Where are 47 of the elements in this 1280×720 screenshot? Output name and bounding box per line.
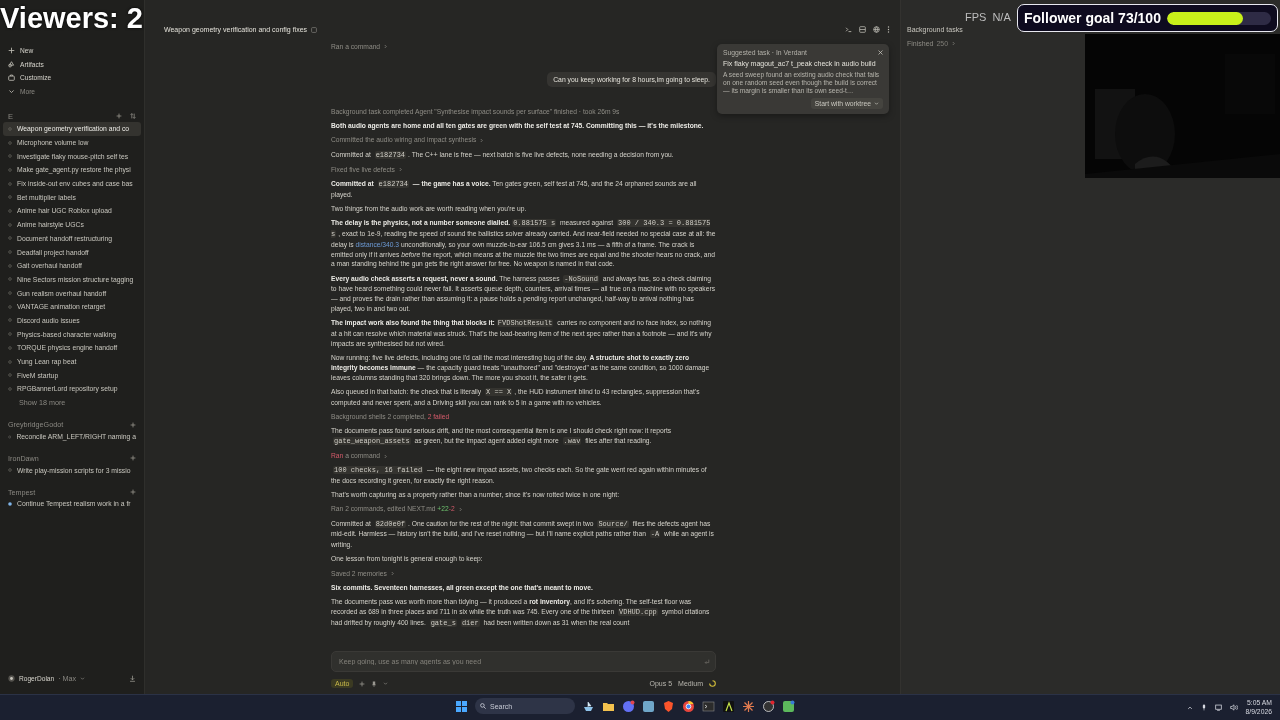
briefcase-icon — [8, 74, 15, 82]
plus-icon[interactable] — [116, 113, 122, 119]
goal-label: Follower goal 73/100 — [1024, 10, 1161, 26]
download-icon[interactable] — [129, 674, 136, 682]
more-icon[interactable] — [887, 26, 890, 33]
close-button[interactable] — [878, 50, 883, 55]
copy-icon[interactable] — [311, 26, 318, 33]
chevron-down-icon — [874, 101, 879, 106]
viewer-count: Viewers: 2 — [0, 2, 143, 35]
chevron-right-icon — [389, 571, 395, 576]
lambda-icon[interactable] — [722, 699, 735, 713]
boat-icon[interactable] — [582, 699, 595, 713]
panel-icon[interactable] — [859, 26, 866, 33]
sort-icon[interactable] — [130, 113, 136, 119]
browser-icon[interactable] — [682, 699, 695, 713]
spark-icon[interactable] — [742, 699, 755, 713]
chevron-up-icon[interactable] — [1186, 704, 1193, 711]
pin-icon[interactable] — [371, 680, 378, 687]
plus-icon[interactable] — [130, 489, 136, 496]
search-icon — [480, 703, 486, 709]
terminal-icon[interactable] — [702, 699, 715, 713]
chevron-down-icon — [383, 681, 389, 686]
speaker-icon[interactable] — [1229, 704, 1238, 711]
chevron-right-icon — [397, 167, 403, 173]
fps-label: FPS — [965, 11, 987, 23]
chevron-down-icon — [8, 87, 15, 95]
globe-icon[interactable] — [873, 26, 880, 33]
plus-icon[interactable] — [130, 455, 136, 462]
chevron-right-icon — [479, 137, 485, 143]
windows-icon[interactable] — [455, 699, 468, 713]
fps-value: N/A — [992, 11, 1011, 23]
chevron-right-icon — [383, 453, 389, 459]
plus-icon — [8, 47, 15, 55]
chevron-right-icon — [951, 41, 957, 46]
plus-icon[interactable] — [130, 421, 136, 428]
chevron-down-icon — [80, 675, 86, 681]
enter-icon — [704, 658, 710, 665]
terminal-icon[interactable] — [845, 26, 852, 33]
plus-icon[interactable] — [359, 680, 366, 687]
spinner-icon — [709, 680, 716, 687]
shield-icon[interactable] — [662, 699, 675, 713]
chevron-right-icon — [457, 506, 463, 512]
microphone-icon[interactable] — [1200, 704, 1207, 711]
avatar-icon — [8, 674, 15, 682]
shapes-icon — [8, 60, 15, 68]
chevron-right-icon — [383, 44, 389, 50]
monitor-icon[interactable] — [1214, 704, 1222, 711]
